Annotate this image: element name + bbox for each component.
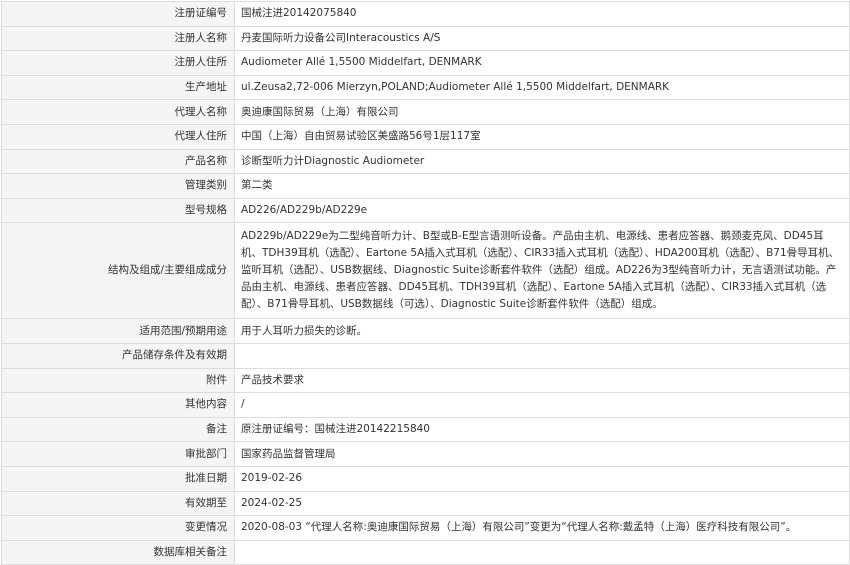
value-intended-use: 用于人耳听力损失的诊断。 xyxy=(234,318,850,344)
label-production-address: 生产地址 xyxy=(1,74,235,101)
label-agent-address: 代理人住所 xyxy=(1,123,235,150)
registration-info-table: 注册证编号 国械注进20142075840 注册人名称 丹麦国际听力设备公司In… xyxy=(1,1,850,565)
label-structure-composition: 结构及组成/主要组成成分 xyxy=(1,222,235,320)
label-attachments: 附件 xyxy=(1,367,235,394)
row-product-name: 产品名称 诊断型听力计Diagnostic Audiometer xyxy=(1,148,850,175)
value-registration-number: 国械注进20142075840 xyxy=(234,1,850,27)
row-attachments: 附件 产品技术要求 xyxy=(1,367,850,394)
label-database-notes: 数据库相关备注 xyxy=(1,539,235,565)
value-model-spec: AD226/AD229b/AD229e xyxy=(234,197,850,224)
label-registration-number: 注册证编号 xyxy=(1,1,235,27)
row-other-content: 其他内容 / xyxy=(1,392,850,418)
label-registrant-name: 注册人名称 xyxy=(1,25,235,52)
row-registrant-name: 注册人名称 丹麦国际听力设备公司Interacoustics A/S xyxy=(1,25,850,52)
value-registrant-name: 丹麦国际听力设备公司Interacoustics A/S xyxy=(234,25,850,52)
value-storage-conditions xyxy=(234,342,850,369)
label-approval-department: 审批部门 xyxy=(1,441,235,467)
value-product-name: 诊断型听力计Diagnostic Audiometer xyxy=(234,148,850,175)
label-other-content: 其他内容 xyxy=(1,392,235,418)
row-agent-address: 代理人住所 中国（上海）自由贸易试验区美盛路56号1层117室 xyxy=(1,123,850,150)
row-management-category: 管理类别 第二类 xyxy=(1,173,850,199)
label-approval-date: 批准日期 xyxy=(1,465,235,492)
row-change-history: 变更情况 2020-08-03 “代理人名称:奥迪康国际贸易（上海）有限公司”变… xyxy=(1,515,850,541)
row-registration-number: 注册证编号 国械注进20142075840 xyxy=(1,1,850,27)
value-other-content: / xyxy=(234,392,850,418)
value-agent-name: 奥迪康国际贸易（上海）有限公司 xyxy=(234,99,850,125)
label-product-name: 产品名称 xyxy=(1,148,235,175)
label-remarks: 备注 xyxy=(1,416,235,443)
row-remarks: 备注 原注册证编号：国械注进20142215840 xyxy=(1,416,850,443)
value-database-notes xyxy=(234,539,850,565)
label-change-history: 变更情况 xyxy=(1,515,235,541)
value-remarks: 原注册证编号：国械注进20142215840 xyxy=(234,416,850,443)
value-valid-until: 2024-02-25 xyxy=(234,490,850,517)
value-attachments: 产品技术要求 xyxy=(234,367,850,394)
label-intended-use: 适用范围/预期用途 xyxy=(1,318,235,344)
row-structure-composition: 结构及组成/主要组成成分 AD229b/AD229e为二型纯音听力计、B型或B-… xyxy=(1,222,850,320)
value-change-history: 2020-08-03 “代理人名称:奥迪康国际贸易（上海）有限公司”变更为“代理… xyxy=(234,515,850,541)
row-registrant-address: 注册人住所 Audiometer Allé 1,5500 Middelfart,… xyxy=(1,50,850,76)
label-storage-conditions: 产品储存条件及有效期 xyxy=(1,342,235,369)
label-model-spec: 型号规格 xyxy=(1,197,235,224)
value-structure-composition: AD229b/AD229e为二型纯音听力计、B型或B-E型言语测听设备。产品由主… xyxy=(234,222,850,320)
row-valid-until: 有效期至 2024-02-25 xyxy=(1,490,850,517)
row-intended-use: 适用范围/预期用途 用于人耳听力损失的诊断。 xyxy=(1,318,850,344)
label-agent-name: 代理人名称 xyxy=(1,99,235,125)
value-approval-date: 2019-02-26 xyxy=(234,465,850,492)
row-model-spec: 型号规格 AD226/AD229b/AD229e xyxy=(1,197,850,224)
row-agent-name: 代理人名称 奥迪康国际贸易（上海）有限公司 xyxy=(1,99,850,125)
value-production-address: ul.Zeusa2,72-006 Mierzyn,POLAND;Audiomet… xyxy=(234,74,850,101)
value-agent-address: 中国（上海）自由贸易试验区美盛路56号1层117室 xyxy=(234,123,850,150)
value-management-category: 第二类 xyxy=(234,173,850,199)
label-registrant-address: 注册人住所 xyxy=(1,50,235,76)
row-storage-conditions: 产品储存条件及有效期 xyxy=(1,342,850,369)
label-management-category: 管理类别 xyxy=(1,173,235,199)
row-approval-department: 审批部门 国家药品监督管理局 xyxy=(1,441,850,467)
row-database-notes: 数据库相关备注 xyxy=(1,539,850,565)
value-registrant-address: Audiometer Allé 1,5500 Middelfart, DENMA… xyxy=(234,50,850,76)
label-valid-until: 有效期至 xyxy=(1,490,235,517)
value-approval-department: 国家药品监督管理局 xyxy=(234,441,850,467)
row-approval-date: 批准日期 2019-02-26 xyxy=(1,465,850,492)
row-production-address: 生产地址 ul.Zeusa2,72-006 Mierzyn,POLAND;Aud… xyxy=(1,74,850,101)
